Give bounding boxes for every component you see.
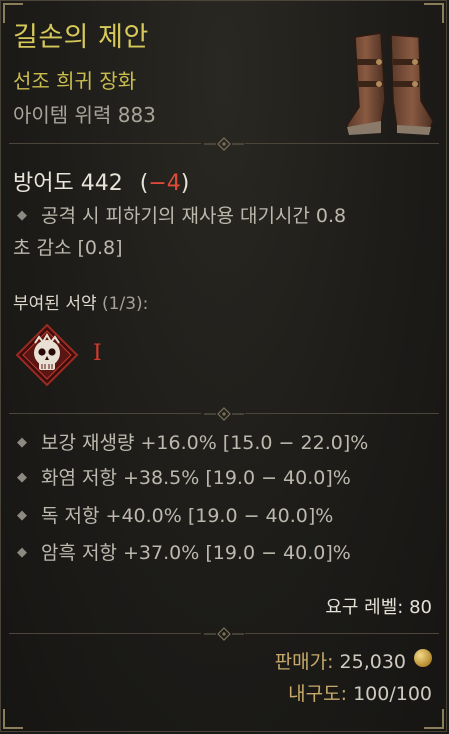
diamond-bullet-icon: ◆ [17,508,27,523]
frame-corner [424,3,444,23]
durability-value: 100/100 [353,683,432,705]
item-power: 아이템 위력 883 [13,103,156,127]
armor-diff: −4 [148,171,181,196]
diamond-bullet-icon: ◆ [17,208,27,223]
armor-paren: ) [180,171,190,196]
diamond-bullet-icon: ◆ [17,545,27,560]
durability-label: 내구도: [288,683,348,705]
affix-line: 독 저항 +40.0% [19.0 − 40.0]% [41,505,334,527]
gold-coin-icon [414,649,432,667]
skull-sigil-icon[interactable] [15,323,79,387]
pact-count: (1/3): [102,294,149,314]
frame-corner [3,709,23,729]
item-type: 선조 희귀 장화 [13,69,137,93]
section-divider [9,627,439,641]
affix-line: 보강 재생량 +16.0% [15.0 − 22.0]% [41,432,369,454]
armor-label: 방어도 442 [13,171,123,196]
affix-line: 화염 저항 +38.5% [19.0 − 40.0]% [41,467,351,489]
diamond-bullet-icon: ◆ [17,435,27,450]
armor-value: 방어도 442 (−4) [13,165,189,197]
item-name: 길손의 제안 [13,22,149,53]
pact-heading-label: 부여된 서약 [13,294,97,314]
diamond-bullet-icon: ◆ [17,470,27,485]
implicit-line-2: 초 감소 [0.8] [13,237,123,259]
item-tooltip: 길손의 제안 선조 희귀 장화 아이템 위력 883 방어도 442 (−4) [0,0,447,732]
pact-rank: I [93,341,102,366]
affix-line: 암흑 저항 +37.0% [19.0 − 40.0]% [41,542,351,564]
required-level: 요구 레벨: 80 [325,597,432,618]
frame-corner [424,709,444,729]
section-divider [9,407,439,421]
sell-price: 판매가: 25,030 [275,647,406,674]
durability: 내구도: 100/100 [288,679,432,706]
implicit-line-1: 공격 시 피하기의 재사용 대기시간 0.8 [41,205,347,227]
sell-label: 판매가: [274,651,334,673]
pact-heading: 부여된 서약 (1/3): [13,289,148,314]
section-divider [9,137,439,151]
sell-value: 25,030 [339,651,406,673]
boots-icon [346,32,434,135]
